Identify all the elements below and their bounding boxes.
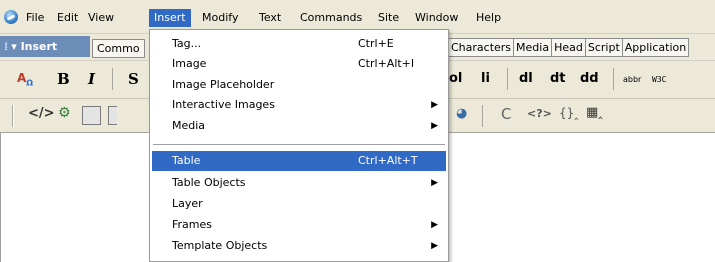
definition-term-button[interactable]: dt [550,71,566,86]
menu-insert[interactable]: Insert [149,9,191,27]
strong-button[interactable]: S [128,70,139,88]
template-icon[interactable]: ▦‸ [586,105,603,120]
code-view-icon[interactable]: </> [28,106,55,121]
menu-window[interactable]: Window [410,9,463,27]
tab-application[interactable]: Application [622,38,690,57]
menu-text[interactable]: Text [254,9,286,27]
menu-item-label: Image [172,57,207,70]
font-tag-icon[interactable]: AΩ [17,71,33,87]
dreamweaver-app-icon[interactable] [4,10,18,24]
menu-site[interactable]: Site [373,9,404,27]
insert-menu-dropdown: Tag... Ctrl+E Image Ctrl+Alt+I Image Pla… [149,29,449,262]
italic-button[interactable]: I [88,70,95,88]
grip-icon[interactable]: ⁞ [4,40,8,53]
menu-item-table-objects[interactable]: Table Objects ▶ [152,173,446,193]
bold-button[interactable]: B [57,70,70,88]
menu-item-shortcut: Ctrl+Alt+I [358,57,415,70]
menu-item-label: Tag... [172,37,202,50]
abbreviation-button[interactable]: abbr [623,75,641,84]
definition-list-button[interactable]: dl [519,71,533,86]
menu-item-label: Frames [172,218,213,231]
tab-media[interactable]: Media [514,38,553,57]
menu-commands[interactable]: Commands [295,9,367,27]
menu-item-tag[interactable]: Tag... Ctrl+E [152,34,446,54]
list-item-button[interactable]: li [481,71,490,86]
menu-item-image[interactable]: Image Ctrl+Alt+I [152,54,446,74]
menu-modify[interactable]: Modify [197,9,243,27]
collapse-arrow-icon[interactable]: ▾ [11,40,17,53]
menu-item-shortcut: Ctrl+Alt+T [358,154,418,167]
submenu-arrow-icon: ▶ [431,178,438,188]
tab-script[interactable]: Script [585,38,623,57]
menu-item-shortcut: Ctrl+E [358,37,394,50]
design-view-icon[interactable] [82,106,101,125]
menu-item-template-objects[interactable]: Template Objects ▶ [152,236,446,256]
tab-common[interactable]: Commo [92,39,145,58]
menu-item-label: Template Objects [172,239,268,252]
menu-file[interactable]: File [21,9,49,27]
grip-icon [12,105,14,127]
menu-item-label: Table Objects [172,176,246,189]
submenu-arrow-icon: ▶ [431,100,438,110]
menu-item-label: Interactive Images [172,98,275,111]
refresh-icon[interactable]: C [501,105,511,123]
divider [507,68,508,90]
tab-characters[interactable]: Characters [448,38,515,57]
definition-description-button[interactable]: dd [580,71,599,86]
insert-panel-title[interactable]: ⁞ ▾ Insert [0,36,90,57]
split-view-icon[interactable]: ⚙ [58,105,71,121]
divider [112,68,113,90]
braces-icon[interactable]: {}‸ [559,106,578,120]
menu-item-media[interactable]: Media ▶ [152,116,446,136]
server-code-icon[interactable]: <?> [527,107,552,120]
panel-title-label: Insert [20,40,58,53]
ordered-list-button[interactable]: ol [449,71,462,86]
menu-item-interactive-images[interactable]: Interactive Images ▶ [152,95,446,115]
menu-separator [153,144,445,145]
menu-help[interactable]: Help [471,9,506,27]
globe-icon[interactable]: ◕ [456,106,467,121]
submenu-arrow-icon: ▶ [431,220,438,230]
submenu-arrow-icon: ▶ [431,241,438,251]
menu-item-image-placeholder[interactable]: Image Placeholder [152,75,446,95]
menu-item-label: Image Placeholder [172,78,275,91]
divider [482,105,483,127]
menu-item-label: Table [172,154,201,167]
menu-item-table[interactable]: Table Ctrl+Alt+T [152,151,446,171]
menu-item-label: Media [172,119,206,132]
submenu-arrow-icon: ▶ [431,121,438,131]
tab-head[interactable]: Head [552,38,586,57]
divider [613,68,614,90]
menu-view[interactable]: View [83,9,119,27]
menu-item-frames[interactable]: Frames ▶ [152,215,446,235]
menu-item-layer[interactable]: Layer [152,194,446,214]
w3c-acronym-button[interactable]: W3C [652,75,666,84]
layout-icon[interactable] [108,106,117,125]
menu-item-label: Layer [172,197,203,210]
insert-tabs: Characters Media Head Script Application [448,38,690,57]
menu-edit[interactable]: Edit [52,9,83,27]
